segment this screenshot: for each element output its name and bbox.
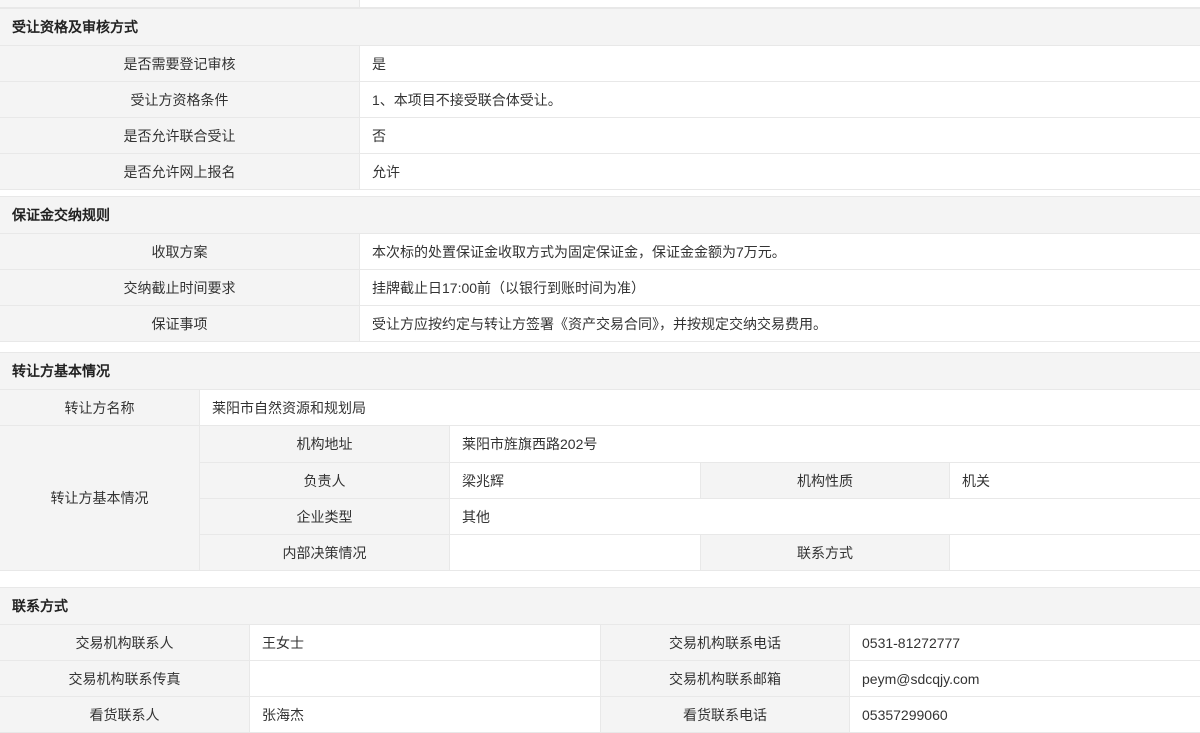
row-label-internal-decision: 内部决策情况 <box>200 535 450 570</box>
row-label-agency-contact-person: 交易机构联系人 <box>0 625 250 660</box>
table-row: 是否需要登记审核 是 <box>0 45 1200 81</box>
table-row: 交易机构联系传真 交易机构联系邮箱 peym@sdcqjy.com <box>0 660 1200 696</box>
table-row: 内部决策情况 联系方式 <box>200 534 1200 570</box>
section-gap <box>0 571 1200 587</box>
table-row: 交纳截止时间要求 挂牌截止日17:00前（以银行到账时间为准） <box>0 269 1200 305</box>
group-label-transferor-basic: 转让方基本情况 <box>0 426 200 570</box>
row-value-qualification-condition: 1、本项目不接受联合体受让。 <box>360 82 1200 117</box>
row-value-contact-method <box>950 535 1200 570</box>
row-value-collection-plan: 本次标的处置保证金收取方式为固定保证金，保证金金额为7万元。 <box>360 234 1200 269</box>
row-label-collection-plan: 收取方案 <box>0 234 360 269</box>
section-contact-info: 联系方式 交易机构联系人 王女士 交易机构联系电话 0531-81272777 … <box>0 587 1200 733</box>
row-label-agency-email: 交易机构联系邮箱 <box>600 661 850 696</box>
table-row: 企业类型 其他 <box>200 498 1200 534</box>
table-row: 收取方案 本次标的处置保证金收取方式为固定保证金，保证金金额为7万元。 <box>0 233 1200 269</box>
row-value-inspection-contact-phone: 05357299060 <box>850 697 1200 732</box>
row-value-agency-email: peym@sdcqjy.com <box>850 661 1200 696</box>
row-value-agency-contact-person: 王女士 <box>250 625 600 660</box>
table-row: 转让方名称 莱阳市自然资源和规划局 <box>0 389 1200 425</box>
row-value-principal: 梁兆辉 <box>450 463 700 498</box>
section-transferor-info: 转让方基本情况 转让方名称 莱阳市自然资源和规划局 转让方基本情况 机构地址 莱… <box>0 352 1200 571</box>
table-row: 是否允许网上报名 允许 <box>0 153 1200 189</box>
row-value-online-signup: 允许 <box>360 154 1200 189</box>
row-label-payment-deadline: 交纳截止时间要求 <box>0 270 360 305</box>
section-gap <box>0 342 1200 352</box>
previous-table-value-cell <box>360 0 1200 7</box>
transferor-detail-rows: 机构地址 莱阳市旌旗西路202号 负责人 梁兆辉 机构性质 机关 企业类型 其他… <box>200 426 1200 570</box>
row-value-internal-decision <box>450 535 700 570</box>
row-label-contact-method: 联系方式 <box>700 535 950 570</box>
table-row: 机构地址 莱阳市旌旗西路202号 <box>200 426 1200 462</box>
section-transferee-qualification: 受让资格及审核方式 是否需要登记审核 是 受让方资格条件 1、本项目不接受联合体… <box>0 8 1200 190</box>
row-label-agency-contact-phone: 交易机构联系电话 <box>600 625 850 660</box>
row-label-org-nature: 机构性质 <box>700 463 950 498</box>
row-value-org-address: 莱阳市旌旗西路202号 <box>450 426 1200 462</box>
table-row: 是否允许联合受让 否 <box>0 117 1200 153</box>
row-label-agency-fax: 交易机构联系传真 <box>0 661 250 696</box>
table-row: 负责人 梁兆辉 机构性质 机关 <box>200 462 1200 498</box>
row-label-principal: 负责人 <box>200 463 450 498</box>
row-value-inspection-contact-person: 张海杰 <box>250 697 600 732</box>
row-label-company-type: 企业类型 <box>200 499 450 534</box>
row-label-inspection-contact-person: 看货联系人 <box>0 697 250 732</box>
row-value-guarantee-matters: 受让方应按约定与转让方签署《资产交易合同》，并按规定交纳交易费用。 <box>360 306 1200 341</box>
section-title-transferee: 受让资格及审核方式 <box>0 9 1200 45</box>
row-value-agency-fax <box>250 661 600 696</box>
row-value-org-nature: 机关 <box>950 463 1200 498</box>
listing-detail-page: 受让资格及审核方式 是否需要登记审核 是 受让方资格条件 1、本项目不接受联合体… <box>0 0 1200 733</box>
row-label-registration-review: 是否需要登记审核 <box>0 46 360 81</box>
row-value-transferor-name: 莱阳市自然资源和规划局 <box>200 390 1200 425</box>
table-row: 交易机构联系人 王女士 交易机构联系电话 0531-81272777 <box>0 624 1200 660</box>
table-row: 保证事项 受让方应按约定与转让方签署《资产交易合同》，并按规定交纳交易费用。 <box>0 305 1200 341</box>
table-row: 受让方资格条件 1、本项目不接受联合体受让。 <box>0 81 1200 117</box>
row-label-online-signup: 是否允许网上报名 <box>0 154 360 189</box>
section-title-contact: 联系方式 <box>0 588 1200 624</box>
row-value-joint-transfer: 否 <box>360 118 1200 153</box>
row-label-org-address: 机构地址 <box>200 426 450 462</box>
row-label-joint-transfer: 是否允许联合受让 <box>0 118 360 153</box>
section-title-deposit: 保证金交纳规则 <box>0 197 1200 233</box>
row-value-payment-deadline: 挂牌截止日17:00前（以银行到账时间为准） <box>360 270 1200 305</box>
section-title-transferor: 转让方基本情况 <box>0 353 1200 389</box>
row-label-inspection-contact-phone: 看货联系电话 <box>600 697 850 732</box>
row-value-company-type: 其他 <box>450 499 1200 534</box>
previous-table-label-cell <box>0 0 360 7</box>
row-label-qualification-condition: 受让方资格条件 <box>0 82 360 117</box>
transferor-detail-group: 转让方基本情况 机构地址 莱阳市旌旗西路202号 负责人 梁兆辉 机构性质 机关… <box>0 425 1200 570</box>
row-value-registration-review: 是 <box>360 46 1200 81</box>
row-label-transferor-name: 转让方名称 <box>0 390 200 425</box>
section-deposit-rules: 保证金交纳规则 收取方案 本次标的处置保证金收取方式为固定保证金，保证金金额为7… <box>0 196 1200 342</box>
table-row: 看货联系人 张海杰 看货联系电话 05357299060 <box>0 696 1200 732</box>
row-value-agency-contact-phone: 0531-81272777 <box>850 625 1200 660</box>
row-label-guarantee-matters: 保证事项 <box>0 306 360 341</box>
previous-table-edge <box>0 0 1200 8</box>
